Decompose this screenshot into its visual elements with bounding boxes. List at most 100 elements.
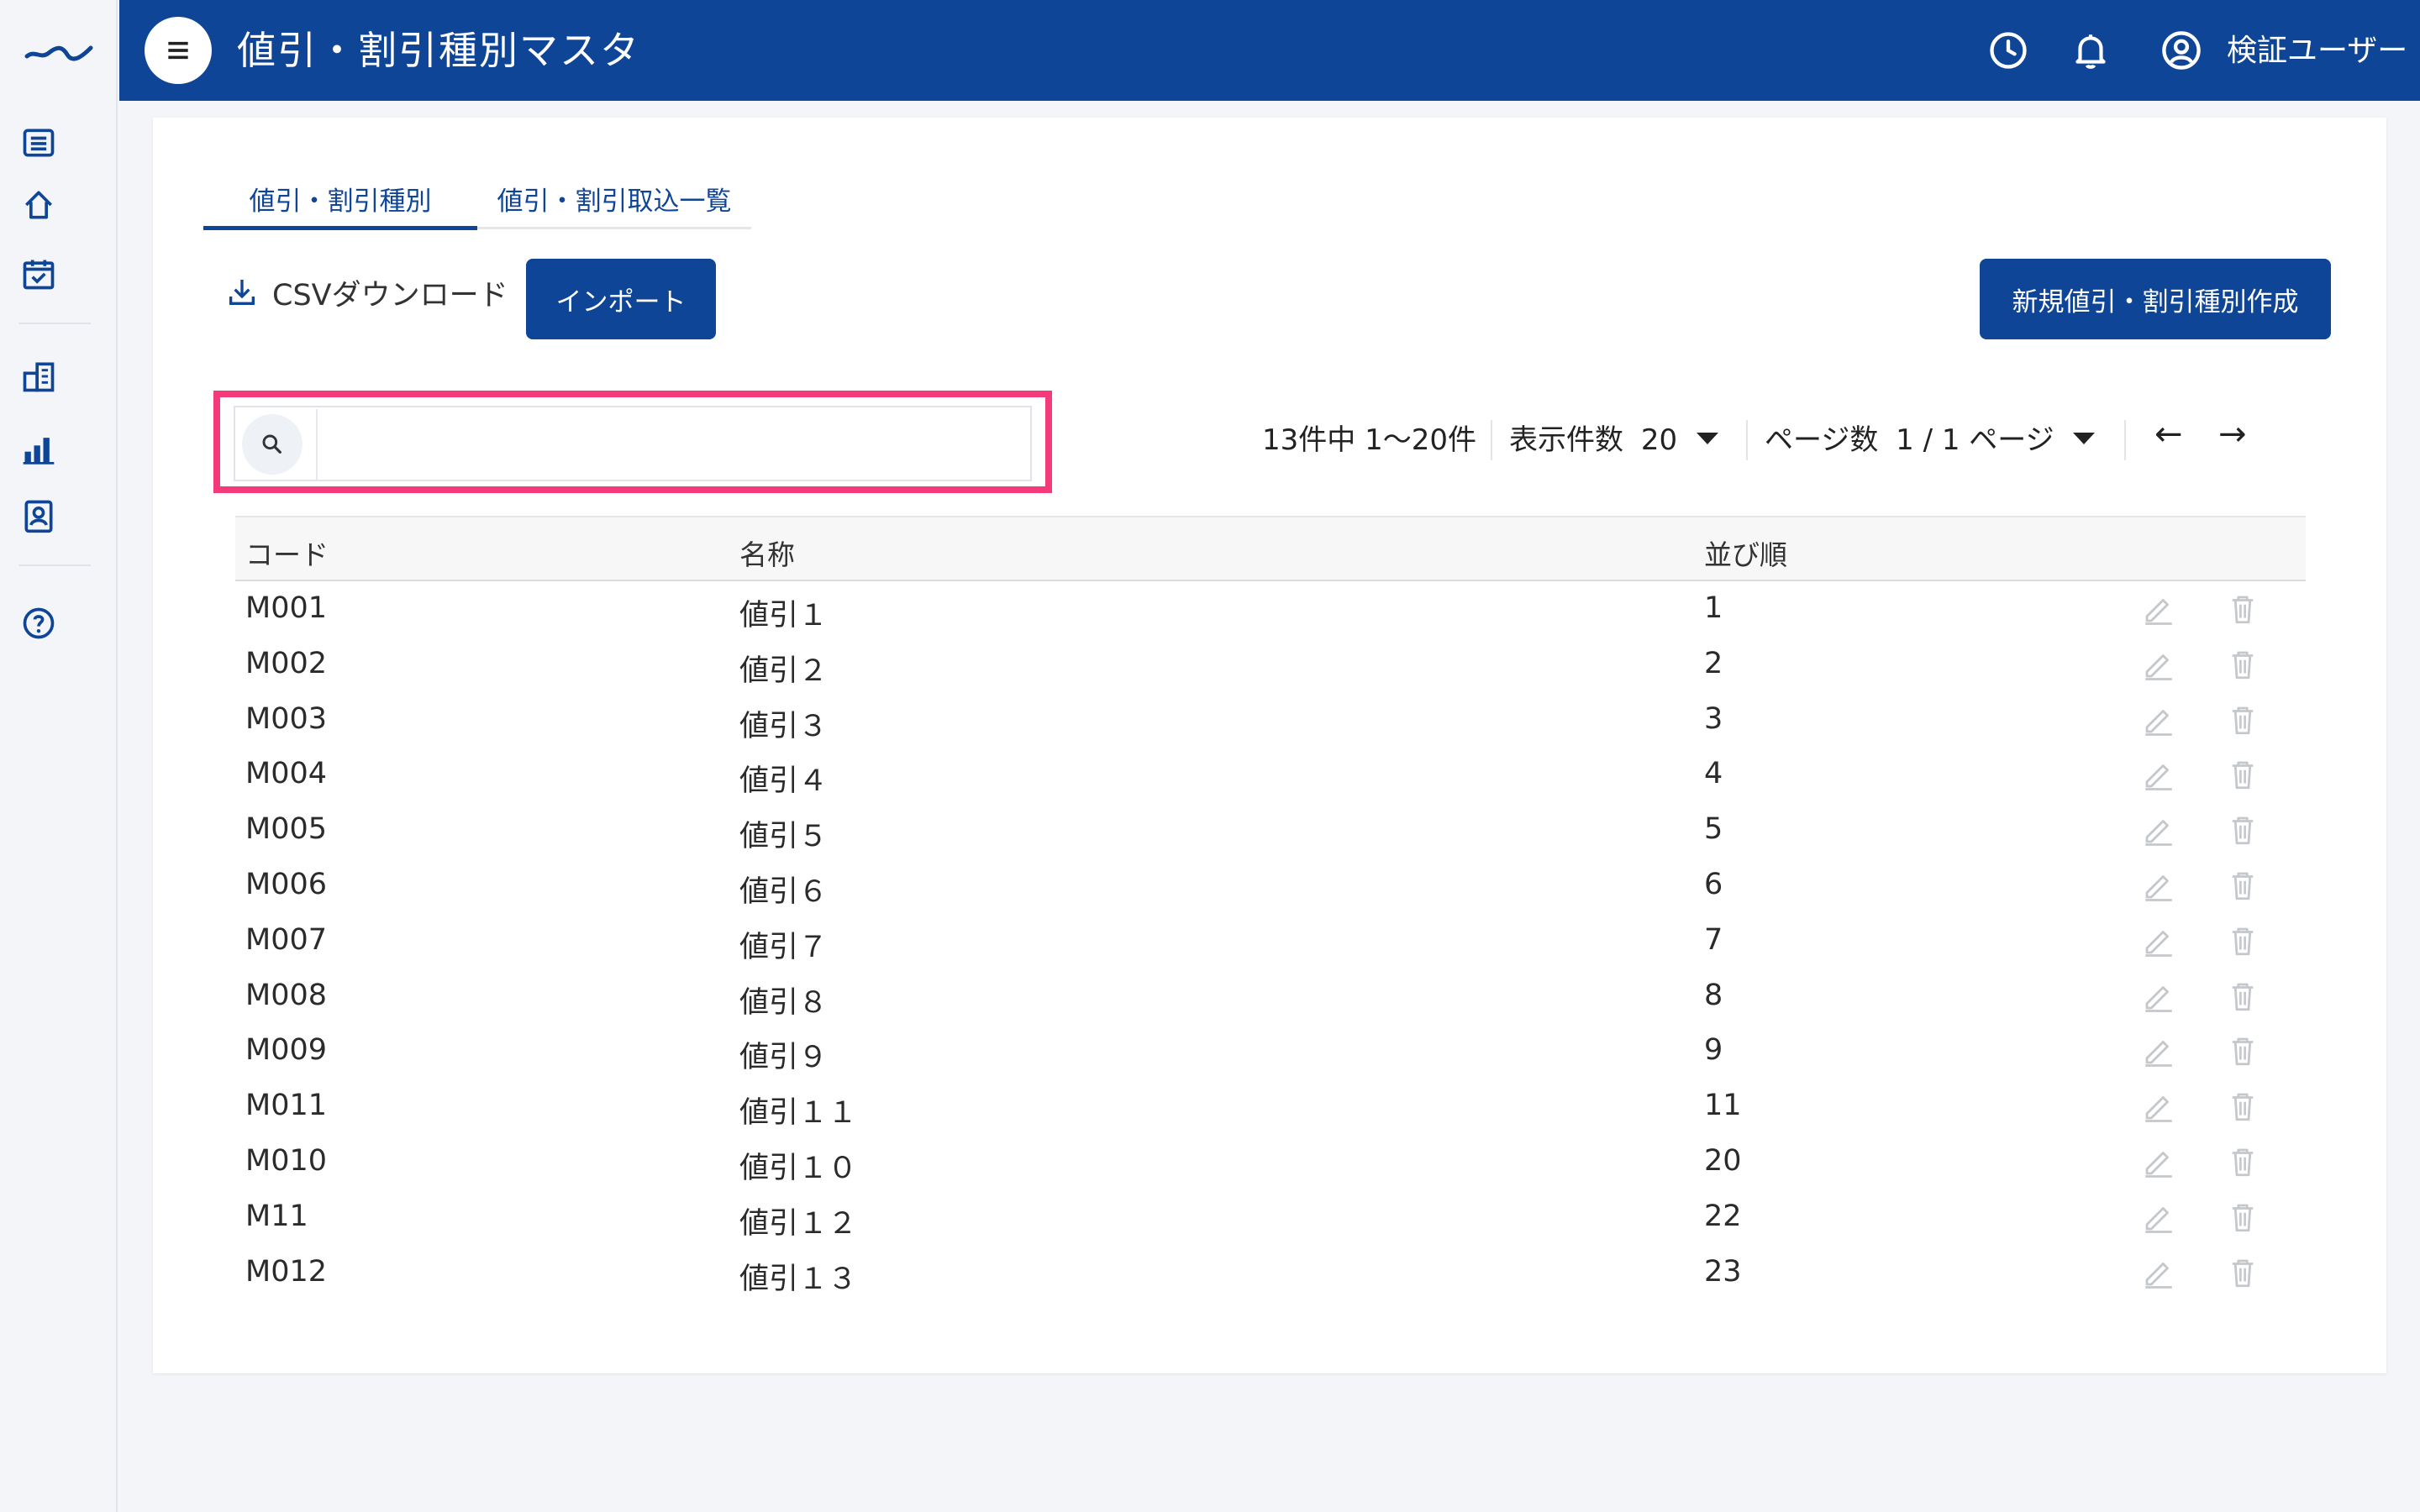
table-row: M006 値引６ 6 <box>235 858 2306 913</box>
cell-name: 値引６ <box>739 874 829 909</box>
bar-chart-icon[interactable] <box>18 428 59 469</box>
new-discount-type-button[interactable]: 新規値引・割引種別作成 <box>1980 259 2331 339</box>
edit-icon[interactable] <box>2141 979 2176 1014</box>
trash-icon[interactable] <box>2225 591 2260 627</box>
cell-order: 2 <box>1704 646 1723 680</box>
list-icon[interactable] <box>18 123 59 163</box>
column-header-name[interactable]: 名称 <box>739 533 795 573</box>
edit-icon[interactable] <box>2141 868 2176 903</box>
trash-icon[interactable] <box>2225 812 2260 848</box>
cell-name: 値引１３ <box>739 1262 858 1296</box>
cell-code: M012 <box>245 1254 328 1289</box>
edit-icon[interactable] <box>2141 647 2176 682</box>
pager-separator <box>2124 420 2126 460</box>
table-row: M011 値引１１ 11 <box>235 1079 2306 1134</box>
csv-download-label: CSVダウンロード <box>272 278 508 312</box>
edit-icon[interactable] <box>2141 1200 2176 1235</box>
page-label: ページ数 <box>1765 423 1879 457</box>
cell-name: 値引１ <box>739 599 829 633</box>
result-range: 13件中 1〜20件 <box>1262 423 1476 457</box>
table-row: M005 値引５ 5 <box>235 802 2306 858</box>
cell-order: 23 <box>1704 1254 1742 1289</box>
user-icon[interactable] <box>2156 25 2207 76</box>
cell-name: 値引３ <box>739 709 829 743</box>
cell-order: 4 <box>1704 757 1723 791</box>
edit-icon[interactable] <box>2141 702 2176 738</box>
sidebar <box>0 0 118 1512</box>
trash-icon[interactable] <box>2225 1255 2260 1290</box>
prev-page-arrow-icon[interactable]: ← <box>2154 415 2183 454</box>
history-icon[interactable] <box>1983 25 2033 76</box>
cell-code: M003 <box>245 701 328 736</box>
search-highlight <box>213 391 1052 493</box>
cell-order: 9 <box>1704 1033 1723 1068</box>
cell-code: M009 <box>245 1033 328 1068</box>
search-box <box>234 406 1032 481</box>
trash-icon[interactable] <box>2225 868 2260 903</box>
page-select[interactable]: ページ数 1 / 1 ページ <box>1765 422 2096 459</box>
cell-order: 11 <box>1704 1089 1742 1123</box>
cell-code: M011 <box>245 1089 328 1123</box>
cell-code: M008 <box>245 978 328 1012</box>
tab-discount-types[interactable]: 値引・割引種別 <box>203 168 477 228</box>
table-row: M004 値引４ 4 <box>235 747 2306 802</box>
chevron-down-icon <box>2073 432 2096 444</box>
building-icon[interactable] <box>18 356 59 396</box>
csv-download-button[interactable]: CSVダウンロード <box>225 259 508 326</box>
trash-icon[interactable] <box>2225 1200 2260 1235</box>
cell-order: 22 <box>1704 1199 1742 1233</box>
cell-order: 20 <box>1704 1143 1742 1178</box>
edit-icon[interactable] <box>2141 812 2176 848</box>
next-page-arrow-icon[interactable]: → <box>2218 415 2247 454</box>
cell-order: 3 <box>1704 701 1723 736</box>
tab-active-indicator <box>203 226 477 230</box>
per-page-value: 20 <box>1640 423 1678 457</box>
tab-discount-imports[interactable]: 値引・割引取込一覧 <box>477 168 751 228</box>
discount-table: コード 名称 並び順 M001 値引１ 1 M002 値引２ 2 M003 値引… <box>235 516 2306 1299</box>
per-page-select[interactable]: 表示件数 20 <box>1509 422 1718 459</box>
sidebar-divider <box>18 323 91 324</box>
id-badge-icon[interactable] <box>18 496 59 536</box>
cell-order: 1 <box>1704 591 1723 625</box>
trash-icon[interactable] <box>2225 757 2260 792</box>
trash-icon[interactable] <box>2225 647 2260 682</box>
edit-icon[interactable] <box>2141 1089 2176 1124</box>
trash-icon[interactable] <box>2225 702 2260 738</box>
calendar-check-icon[interactable] <box>18 254 59 294</box>
help-icon[interactable] <box>18 603 59 643</box>
edit-icon[interactable] <box>2141 923 2176 958</box>
edit-icon[interactable] <box>2141 1255 2176 1290</box>
cell-code: M004 <box>245 757 328 791</box>
cell-code: M006 <box>245 867 328 901</box>
trash-icon[interactable] <box>2225 1089 2260 1124</box>
trash-icon[interactable] <box>2225 1033 2260 1068</box>
edit-icon[interactable] <box>2141 591 2176 627</box>
user-name[interactable]: 検証ユーザー <box>2227 32 2407 71</box>
cell-order: 8 <box>1704 978 1723 1012</box>
cell-name: 値引１０ <box>739 1151 858 1185</box>
trash-icon[interactable] <box>2225 1144 2260 1179</box>
edit-icon[interactable] <box>2141 757 2176 792</box>
edit-icon[interactable] <box>2141 1033 2176 1068</box>
bell-icon[interactable] <box>2065 25 2116 76</box>
trash-icon[interactable] <box>2225 979 2260 1014</box>
import-button[interactable]: インポート <box>526 259 716 339</box>
sidebar-divider <box>18 564 91 566</box>
search-icon[interactable] <box>242 414 302 475</box>
menu-button[interactable] <box>145 17 212 84</box>
cell-name: 値引２ <box>739 654 829 688</box>
home-icon[interactable] <box>18 185 59 225</box>
cell-code: M005 <box>245 812 328 847</box>
per-page-label: 表示件数 <box>1509 423 1623 457</box>
cell-name: 値引１１ <box>739 1096 858 1131</box>
table-row: M007 値引７ 7 <box>235 913 2306 969</box>
search-input[interactable] <box>316 409 1027 480</box>
logo-icon[interactable] <box>24 30 94 71</box>
column-header-order[interactable]: 並び順 <box>1704 533 1787 573</box>
trash-icon[interactable] <box>2225 923 2260 958</box>
column-header-code[interactable]: コード <box>245 533 329 573</box>
edit-icon[interactable] <box>2141 1144 2176 1179</box>
page-value: 1 / 1 ページ <box>1896 423 2054 457</box>
download-icon <box>229 280 255 305</box>
cell-name: 値引５ <box>739 820 829 854</box>
